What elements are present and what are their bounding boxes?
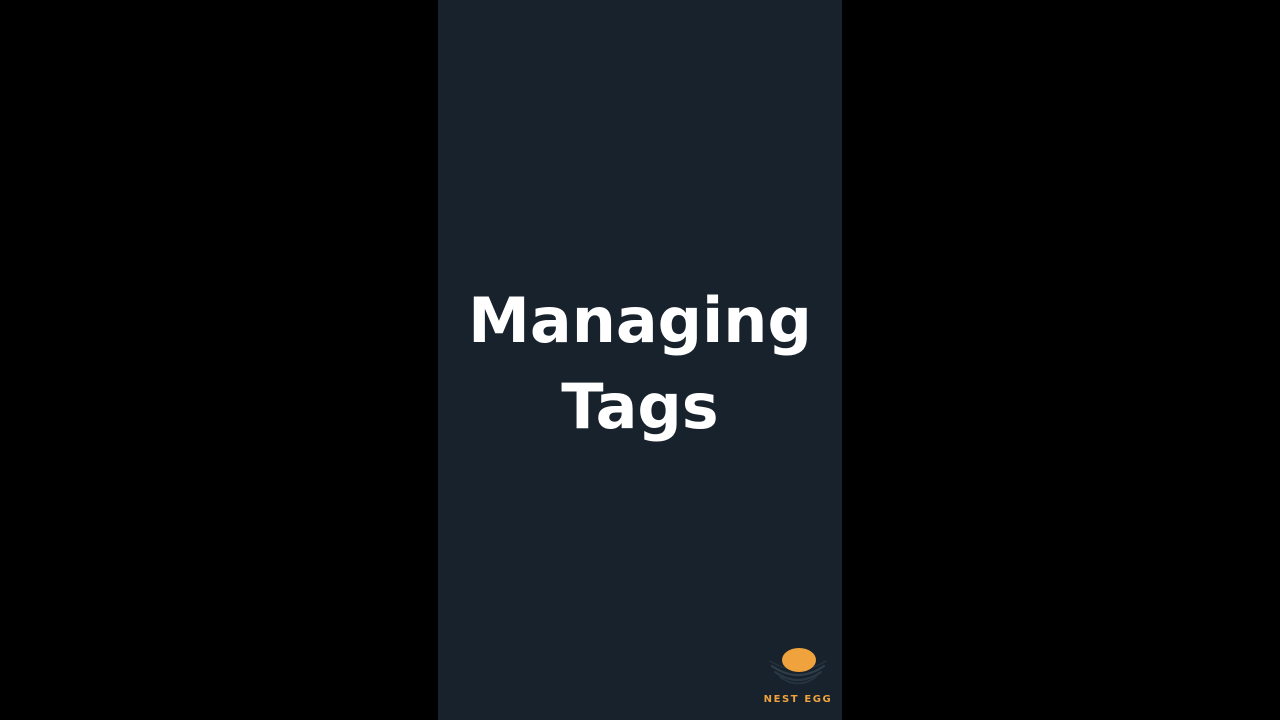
letterbox-right (842, 0, 1280, 720)
nest-egg-logo: NEST EGG (760, 644, 836, 710)
letterbox-left (0, 0, 438, 720)
slide-title: Managing Tags (438, 278, 842, 450)
brand-name: NEST EGG (763, 694, 833, 705)
title-line-1: Managing (468, 284, 812, 357)
title-line-2: Tags (561, 370, 719, 443)
nest-egg-icon (769, 648, 827, 685)
video-frame: Managing Tags NEST EGG (438, 0, 842, 720)
